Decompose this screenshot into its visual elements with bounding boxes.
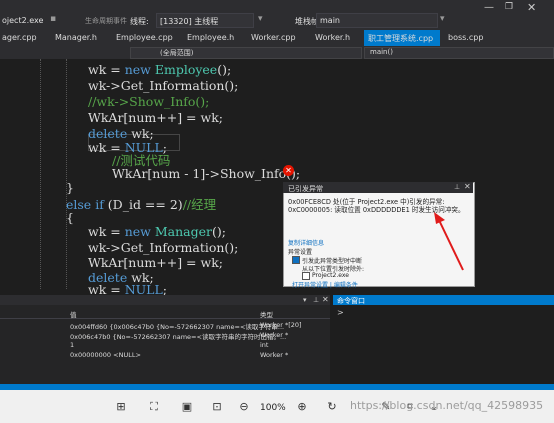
- tab-manager-h[interactable]: Manager.h: [55, 33, 97, 42]
- cell-value: 0x00000000 <NULL>: [70, 351, 141, 359]
- exception-settings-links[interactable]: 打开异常设置 | 编辑条件: [292, 280, 358, 289]
- column-value[interactable]: 值: [70, 309, 77, 319]
- code-line: else if (D_id == 2)//经理: [66, 197, 217, 212]
- stop-icon[interactable]: ▪: [50, 14, 60, 24]
- tab-worker-cpp[interactable]: Worker.cpp: [251, 33, 296, 42]
- project-checkbox[interactable]: [302, 272, 310, 280]
- command-prompt[interactable]: >: [337, 308, 344, 317]
- copy-details-link[interactable]: 复制详细信息: [288, 238, 324, 247]
- annotation-arrow: [434, 212, 464, 271]
- indent-guide: [66, 59, 68, 289]
- code-line: //wk->Show_Info();: [88, 94, 210, 109]
- dropdown-icon[interactable]: ▾: [303, 296, 307, 304]
- close-icon[interactable]: ✕: [464, 182, 471, 191]
- locals-header: [0, 295, 330, 305]
- cell-type: int: [260, 341, 269, 349]
- thread-label: 线程:: [130, 17, 149, 26]
- cell-type: Worker *: [260, 331, 289, 339]
- command-window-header: [333, 295, 554, 305]
- cell-type: Worker *[20]: [260, 321, 302, 329]
- exception-title: 已引发异常: [288, 185, 323, 193]
- thread-value: [13320] 主线程: [160, 17, 219, 26]
- code-line: wk = new Manager();: [88, 224, 226, 239]
- code-line: wk = new Employee();: [88, 62, 232, 77]
- tab-boss-cpp[interactable]: boss.cpp: [448, 33, 483, 42]
- table-row[interactable]: [0, 340, 330, 350]
- layout-icon[interactable]: ⊞: [115, 401, 127, 412]
- project-option: Project2.exe: [312, 272, 349, 279]
- chevron-down-icon[interactable]: ▾: [440, 14, 450, 24]
- process-label[interactable]: oject2.exe: [2, 16, 43, 25]
- fullscreen-icon[interactable]: ⊡: [211, 401, 223, 412]
- zoom-in-icon[interactable]: ⊕: [296, 401, 308, 412]
- code-line: {: [66, 210, 74, 225]
- filter-icon[interactable]: ▾: [258, 14, 268, 24]
- minimize-icon[interactable]: —: [484, 2, 494, 13]
- tab-employee-h[interactable]: Employee.h: [187, 33, 234, 42]
- cell-type: Worker *: [260, 351, 289, 359]
- stack-frame-value: main: [320, 16, 340, 25]
- cell-value: 1: [70, 341, 75, 349]
- lifecycle-events-button[interactable]: 生命周期事件: [85, 16, 127, 26]
- command-window-title: 命令窗口: [337, 297, 365, 305]
- code-line: }: [66, 180, 74, 195]
- zoom-out-icon[interactable]: ⊖: [238, 401, 250, 412]
- code-line: WkAr[num++] = wk;: [88, 110, 223, 125]
- break-checkbox[interactable]: [292, 256, 300, 264]
- pin-icon[interactable]: ⊥: [454, 183, 460, 191]
- code-line: WkAr[num - 1]->Show_Info();: [112, 166, 301, 181]
- close-icon[interactable]: ✕: [322, 295, 329, 304]
- zoom-level: 100%: [260, 403, 286, 413]
- code-line: wk->Get_Information();: [88, 78, 239, 93]
- locals-columns: [0, 306, 330, 319]
- rotate-icon[interactable]: ↻: [326, 401, 338, 412]
- debug-toolbar: [0, 0, 554, 30]
- tab-manager-cpp[interactable]: ager.cpp: [2, 33, 37, 42]
- exception-settings-title: 异常设置: [288, 249, 313, 256]
- gallery-icon[interactable]: ▣: [181, 401, 193, 412]
- tab-employee-cpp[interactable]: Employee.cpp: [116, 33, 173, 42]
- error-icon[interactable]: ✕: [283, 165, 294, 176]
- scope-label: (全局范围): [160, 49, 194, 57]
- command-window[interactable]: [333, 295, 554, 391]
- close-icon[interactable]: ✕: [527, 1, 536, 14]
- indent-guide: [40, 59, 42, 289]
- restore-icon[interactable]: ❐: [505, 2, 513, 12]
- code-line: delete wk;: [88, 126, 154, 141]
- column-type[interactable]: 类型: [260, 309, 273, 319]
- watermark: https://blog.csdn.net/qq_42598935: [350, 399, 544, 412]
- code-line: WkAr[num++] = wk;: [88, 255, 223, 270]
- code-line: wk->Get_Information();: [88, 240, 239, 255]
- function-label: main(): [370, 48, 393, 56]
- tab-main-cpp[interactable]: 职工管理系统.cpp: [368, 33, 433, 44]
- tab-worker-h[interactable]: Worker.h: [315, 33, 350, 42]
- fit-icon[interactable]: ⛶: [148, 401, 160, 412]
- pin-icon[interactable]: ⊥: [313, 296, 319, 304]
